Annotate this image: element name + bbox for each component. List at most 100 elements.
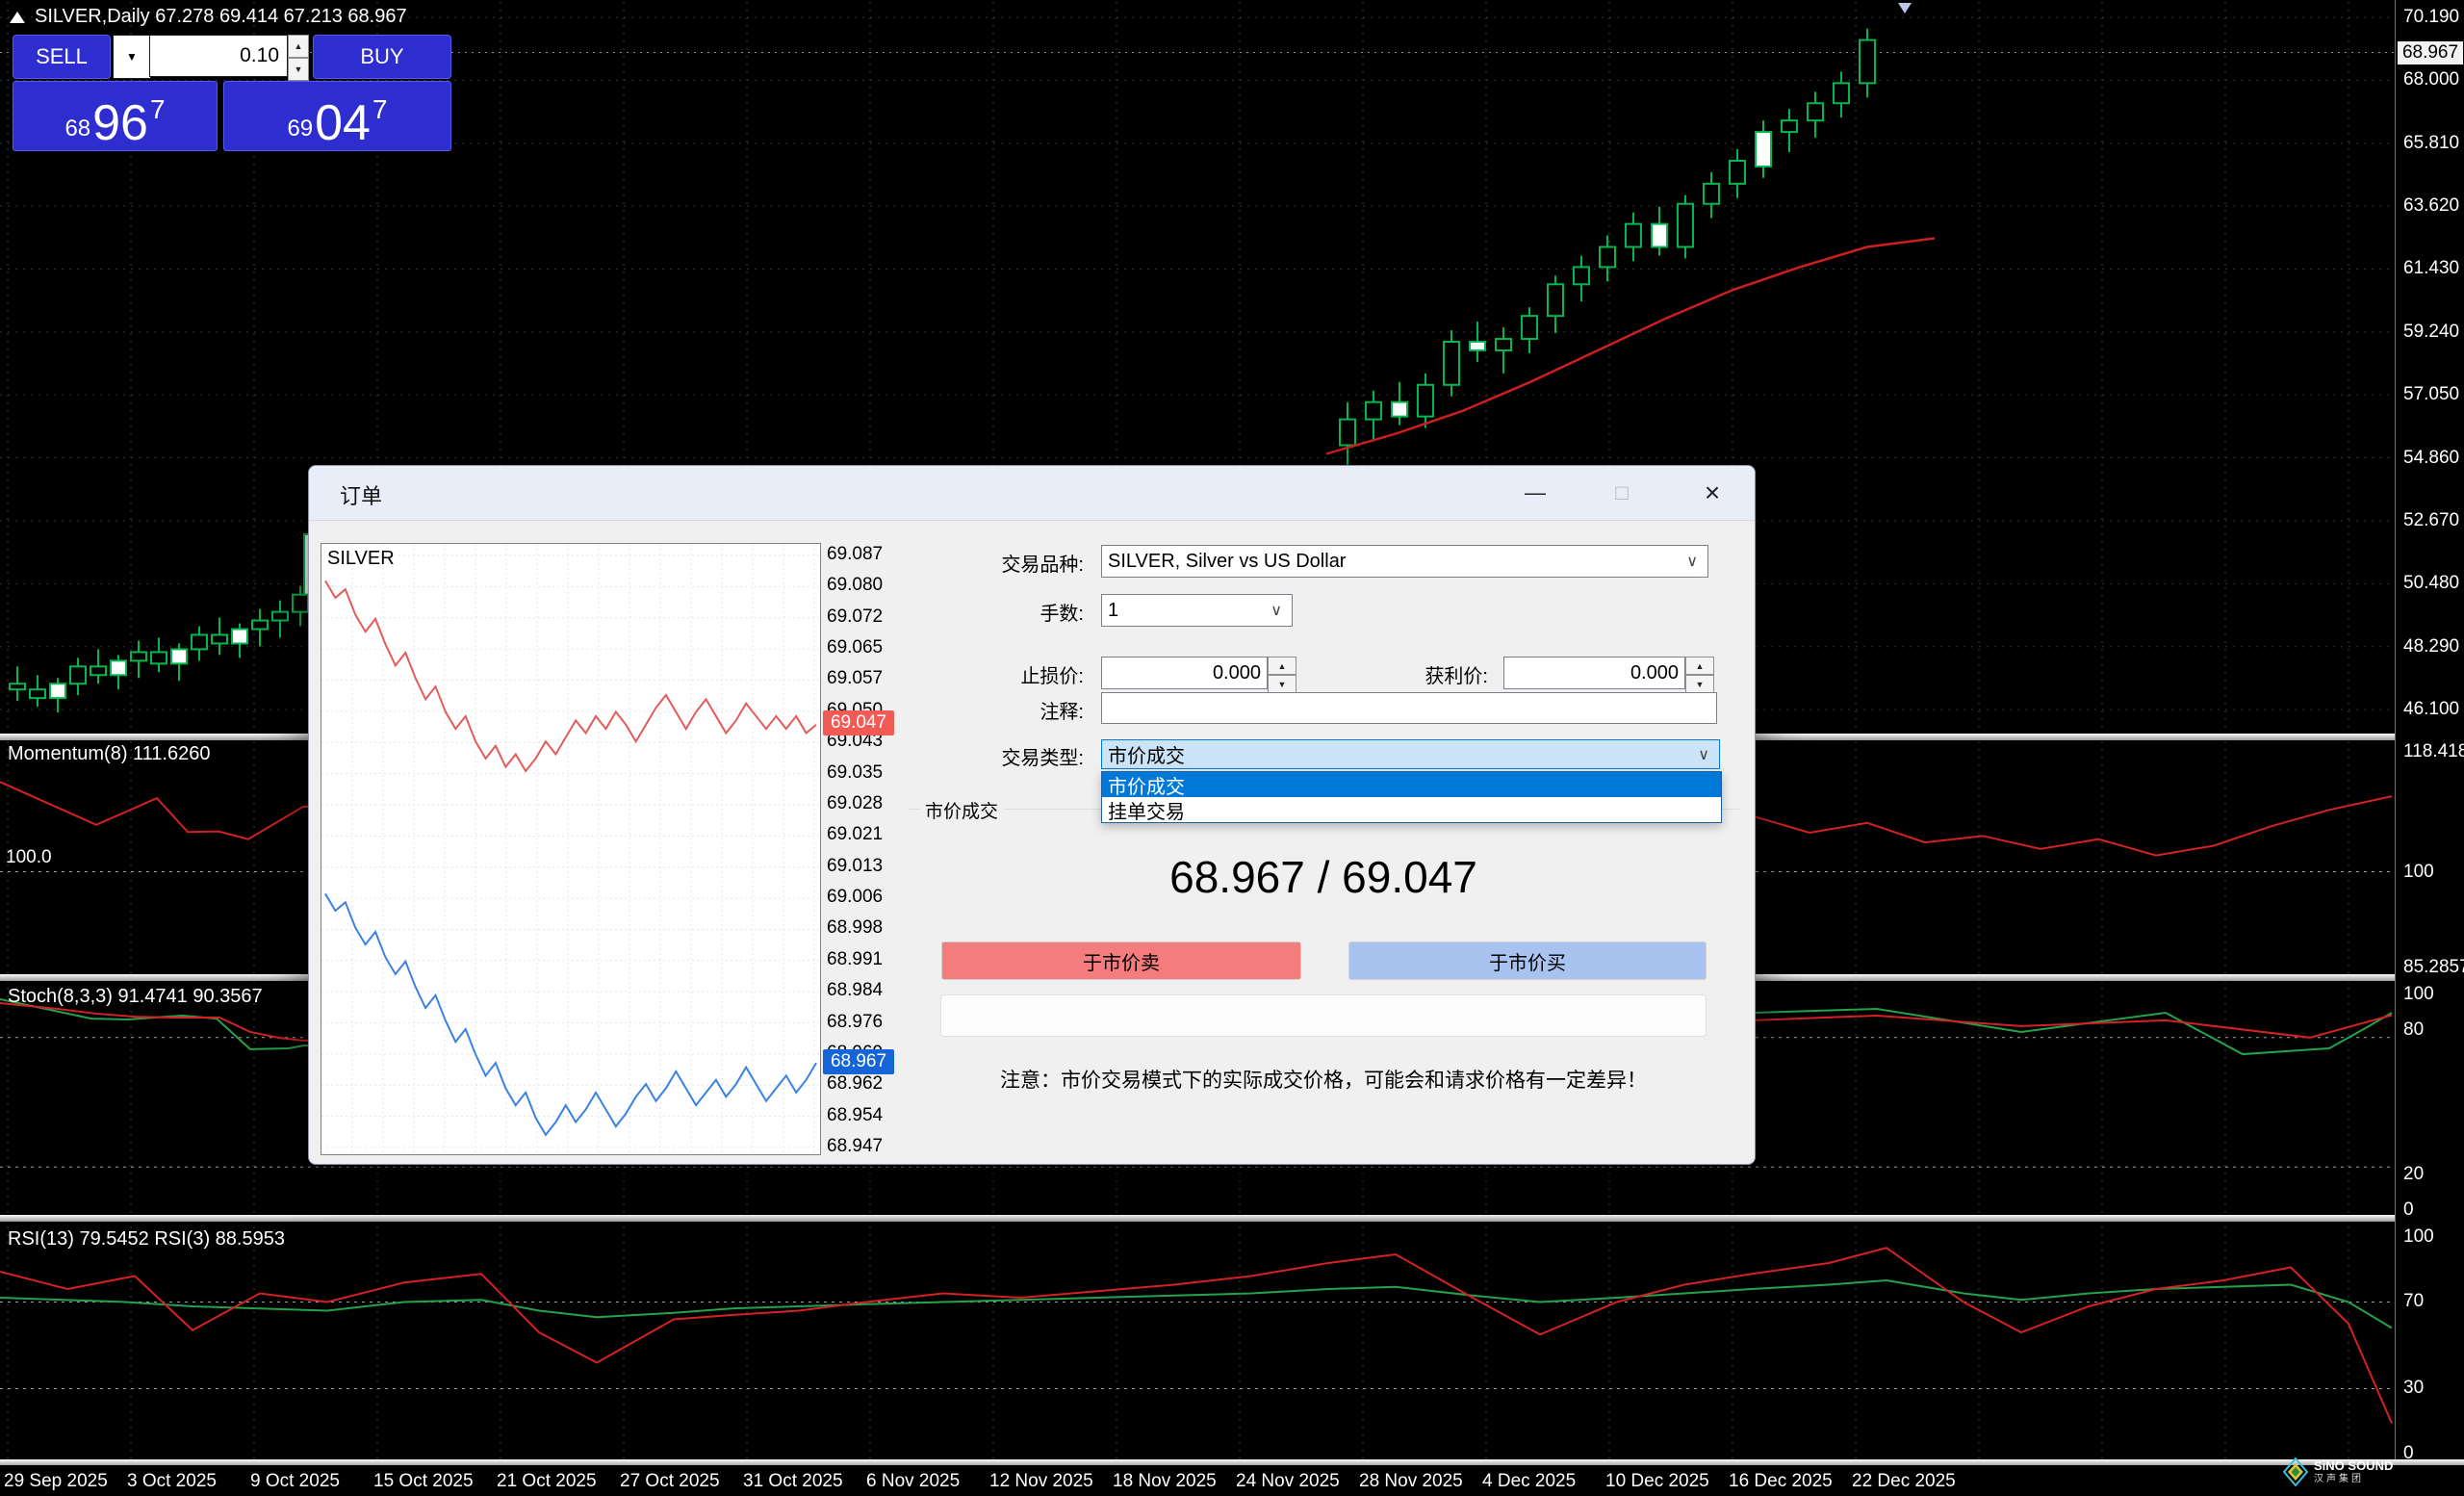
minimize-icon[interactable]: — <box>1510 476 1560 510</box>
symbol-select-value: SILVER, Silver vs US Dollar <box>1108 551 1346 573</box>
candle <box>1496 339 1511 350</box>
date-axis-label: 4 Dec 2025 <box>1482 1471 1576 1492</box>
candle <box>1574 267 1589 284</box>
candle <box>1392 402 1407 417</box>
date-axis-label: 12 Nov 2025 <box>989 1471 1093 1492</box>
tick-scale-label: 69.021 <box>827 824 908 845</box>
order-result-box <box>940 994 1707 1037</box>
indicator-axis-label: 118.4183 <box>2403 741 2464 762</box>
tick-chart: SILVER <box>321 543 821 1155</box>
comment-input[interactable] <box>1101 692 1717 724</box>
buy-price-big: 04 <box>315 98 371 148</box>
candle <box>131 652 146 660</box>
stoploss-stepper[interactable]: ▲ ▼ <box>1268 657 1296 689</box>
symbol-field-label: 交易品种: <box>891 549 1084 577</box>
date-axis[interactable]: 29 Sep 20253 Oct 20259 Oct 202515 Oct 20… <box>0 1465 2464 1496</box>
ask-price-badge: 69.047 <box>823 710 894 735</box>
candle <box>1444 342 1459 385</box>
indicator-axis-label: 20 <box>2403 1164 2424 1185</box>
broker-logo-text: SiNO SOUND <box>2314 1459 2393 1473</box>
buy-at-market-button[interactable]: 于市价买 <box>1348 941 1707 980</box>
indicator-axis-label: 85.2857 <box>2403 957 2464 978</box>
buy-button[interactable]: BUY <box>313 35 451 79</box>
candle <box>1782 120 1797 132</box>
price-axis-label: 59.240 <box>2403 322 2459 343</box>
tick-scale-label: 68.947 <box>827 1136 908 1157</box>
collapse-panel-icon[interactable] <box>10 12 25 23</box>
candle <box>30 689 45 698</box>
indicator-axis-label: 100 <box>2403 862 2434 883</box>
date-axis-label: 31 Oct 2025 <box>743 1471 843 1492</box>
dropdown-option-pending[interactable]: 挂单交易 <box>1102 797 1721 822</box>
dialog-title: 订单 <box>340 479 382 510</box>
stoploss-input[interactable]: 0.000 <box>1101 657 1268 689</box>
volume-down-icon[interactable]: ▼ <box>288 58 309 81</box>
date-axis-label: 10 Dec 2025 <box>1605 1471 1709 1492</box>
candle <box>293 595 308 612</box>
candle <box>272 612 288 621</box>
pane-separator[interactable] <box>0 1215 2464 1222</box>
candle <box>1418 385 1433 417</box>
chevron-down-icon[interactable]: ∨ <box>1698 745 1709 764</box>
candle <box>151 652 167 663</box>
symbol-select[interactable]: SILVER, Silver vs US Dollar ∨ <box>1101 545 1708 578</box>
takeprofit-stepper[interactable]: ▲ ▼ <box>1685 657 1714 689</box>
chart-header: SILVER,Daily 67.278 69.414 67.213 68.967 <box>10 6 407 28</box>
ordertype-field-label: 交易类型: <box>891 742 1084 770</box>
tick-scale-label: 69.006 <box>827 887 908 908</box>
takeprofit-input[interactable]: 0.000 <box>1503 657 1685 689</box>
bid-price-badge: 68.967 <box>823 1049 894 1074</box>
date-axis-label: 24 Nov 2025 <box>1236 1471 1340 1492</box>
groupbox-label: 市价成交 <box>919 797 1004 823</box>
date-axis-label: 28 Nov 2025 <box>1359 1471 1463 1492</box>
ordertype-select[interactable]: 市价成交 ∨ <box>1101 739 1720 769</box>
dropdown-option-market[interactable]: 市价成交 <box>1102 772 1721 797</box>
ordertype-dropdown: 市价成交 挂单交易 <box>1101 771 1722 823</box>
sell-at-market-button[interactable]: 于市价卖 <box>941 941 1301 980</box>
price-axis[interactable]: 70.19068.00065.81063.62061.43059.24057.0… <box>2395 0 2464 1459</box>
volume-up-icon[interactable]: ▲ <box>288 35 309 58</box>
volume-stepper[interactable]: ▲ ▼ <box>288 35 309 77</box>
price-axis-label: 68.000 <box>2403 69 2459 90</box>
price-axis-label: 48.290 <box>2403 636 2459 658</box>
buy-price-small: 69 <box>287 116 313 142</box>
stoploss-up-icon[interactable]: ▲ <box>1268 657 1296 675</box>
dialog-note: 注意：市价交易模式下的实际成交价格，可能会和请求价格有一定差异！ <box>938 1065 1708 1094</box>
buy-price-display[interactable]: 69 04 7 <box>223 81 451 151</box>
date-axis-label: 21 Oct 2025 <box>497 1471 597 1492</box>
indicator-axis-label: 30 <box>2403 1378 2424 1399</box>
volume-dropdown-icon[interactable]: ▼ <box>113 35 151 79</box>
takeprofit-field-label: 获利价: <box>1296 660 1488 688</box>
close-icon[interactable]: × <box>1687 476 1737 510</box>
candle <box>50 684 65 698</box>
date-axis-label: 18 Nov 2025 <box>1113 1471 1217 1492</box>
volume-input[interactable]: 0.10 <box>149 35 288 77</box>
price-axis-label: 52.670 <box>2403 510 2459 531</box>
broker-logo-icon <box>2283 1457 2308 1486</box>
stoploss-down-icon[interactable]: ▼ <box>1268 675 1296 693</box>
sell-price-big: 96 <box>92 98 148 148</box>
mt5-terminal: 70.19068.00065.81063.62061.43059.24057.0… <box>0 0 2464 1496</box>
date-axis-label: 16 Dec 2025 <box>1729 1471 1833 1492</box>
stoch-label: Stoch(8,3,3) 91.4741 90.3567 <box>8 986 263 1008</box>
indicator-axis-label: 0 <box>2403 1199 2414 1221</box>
price-axis-label: 54.860 <box>2403 448 2459 469</box>
lots-select-value: 1 <box>1108 600 1118 622</box>
chevron-down-icon[interactable]: ∨ <box>1270 601 1282 620</box>
maximize-icon[interactable]: □ <box>1597 476 1647 510</box>
sell-button[interactable]: SELL <box>13 35 111 79</box>
takeprofit-down-icon[interactable]: ▼ <box>1685 675 1714 693</box>
lots-select[interactable]: 1 ∨ <box>1101 594 1293 627</box>
candle <box>252 621 268 630</box>
chevron-down-icon[interactable]: ∨ <box>1686 552 1698 571</box>
candle <box>212 634 227 643</box>
takeprofit-up-icon[interactable]: ▲ <box>1685 657 1714 675</box>
candle <box>1678 204 1693 247</box>
candle <box>1704 184 1719 204</box>
sell-price-display[interactable]: 68 96 7 <box>13 81 218 151</box>
tick-scale-label: 69.013 <box>827 856 908 877</box>
tick-scale-label: 68.962 <box>827 1073 908 1095</box>
candle <box>232 630 247 644</box>
takeprofit-value: 0.000 <box>1630 662 1679 684</box>
sell-price-sup: 7 <box>150 94 166 125</box>
